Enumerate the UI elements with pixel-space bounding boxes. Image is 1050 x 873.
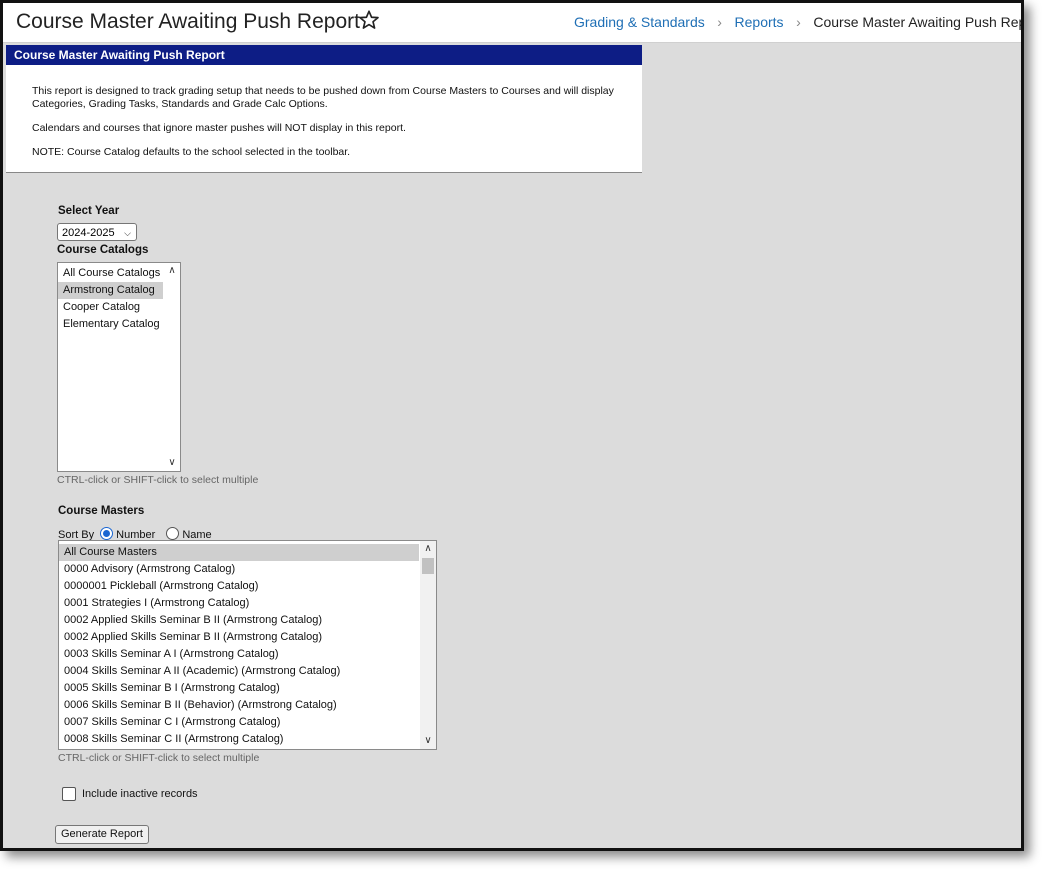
course-masters-listbox[interactable]: All Course Masters 0000 Advisory (Armstr… bbox=[58, 540, 437, 750]
course-master-option[interactable]: 0006 Skills Seminar B II (Behavior) (Arm… bbox=[59, 697, 419, 714]
course-master-option[interactable]: All Course Masters bbox=[59, 544, 419, 561]
course-master-option[interactable]: 0001 Strategies I (Armstrong Catalog) bbox=[59, 595, 419, 612]
catalogs-scrollbar[interactable]: ∧ ∨ bbox=[164, 263, 180, 471]
masters-scrollbar[interactable]: ∧ ∨ bbox=[420, 541, 436, 749]
sort-number-radio[interactable] bbox=[100, 527, 114, 540]
description-paragraph: Calendars and courses that ignore master… bbox=[32, 122, 406, 134]
breadcrumb: Grading & Standards › Reports › Course M… bbox=[574, 14, 1024, 30]
scroll-up-icon[interactable]: ∧ bbox=[420, 541, 436, 557]
breadcrumb-reports[interactable]: Reports bbox=[735, 14, 784, 30]
year-select-value: 2024-2025 bbox=[62, 227, 115, 239]
chevron-right-icon: › bbox=[796, 14, 801, 30]
report-description-panel: Course Master Awaiting Push Report This … bbox=[6, 45, 642, 173]
course-master-option[interactable]: 0004 Skills Seminar A II (Academic) (Arm… bbox=[59, 663, 419, 680]
select-year-label: Select Year bbox=[58, 205, 120, 217]
catalog-option[interactable]: Armstrong Catalog bbox=[58, 282, 163, 299]
breadcrumb-current: Course Master Awaiting Push Report bbox=[813, 14, 1024, 30]
description-paragraph: This report is designed to track grading… bbox=[32, 85, 614, 110]
scroll-thumb[interactable] bbox=[422, 558, 434, 574]
catalog-option[interactable]: Cooper Catalog bbox=[58, 299, 163, 316]
scroll-up-icon[interactable]: ∧ bbox=[164, 263, 180, 279]
app-window: Course Master Awaiting Push Report Gradi… bbox=[0, 0, 1024, 851]
year-select[interactable]: 2024-2025 ⌵ bbox=[57, 223, 137, 241]
panel-header: Course Master Awaiting Push Report bbox=[6, 45, 642, 65]
scroll-down-icon[interactable]: ∨ bbox=[164, 455, 180, 471]
generate-report-button[interactable]: Generate Report bbox=[55, 825, 149, 844]
course-master-option[interactable]: 0002 Applied Skills Seminar B II (Armstr… bbox=[59, 612, 419, 629]
catalog-option[interactable]: All Course Catalogs bbox=[58, 265, 163, 282]
panel-description: This report is designed to track grading… bbox=[6, 65, 642, 159]
top-bar: Course Master Awaiting Push Report Gradi… bbox=[3, 3, 1021, 43]
course-catalogs-label: Course Catalogs bbox=[57, 244, 149, 256]
course-master-option[interactable]: 0007 Skills Seminar C I (Armstrong Catal… bbox=[59, 714, 419, 731]
breadcrumb-grading-standards[interactable]: Grading & Standards bbox=[574, 14, 705, 30]
include-inactive-label[interactable]: Include inactive records bbox=[82, 788, 198, 800]
course-master-option[interactable]: 0003 Skills Seminar A I (Armstrong Catal… bbox=[59, 646, 419, 663]
sort-by-group: Sort By Number Name bbox=[58, 527, 212, 541]
catalogs-hint: CTRL-click or SHIFT-click to select mult… bbox=[57, 474, 259, 486]
page-title: Course Master Awaiting Push Report bbox=[16, 10, 360, 33]
masters-hint: CTRL-click or SHIFT-click to select mult… bbox=[58, 752, 260, 764]
star-icon[interactable] bbox=[358, 9, 380, 31]
chevron-right-icon: › bbox=[717, 14, 722, 30]
catalog-option[interactable]: Elementary Catalog bbox=[58, 316, 163, 333]
chevron-down-icon: ⌵ bbox=[124, 228, 131, 238]
course-master-option[interactable]: 0000001 Pickleball (Armstrong Catalog) bbox=[59, 578, 419, 595]
sort-name-radio[interactable] bbox=[166, 527, 180, 540]
course-masters-label: Course Masters bbox=[58, 505, 145, 517]
course-master-option[interactable]: 0000 Advisory (Armstrong Catalog) bbox=[59, 561, 419, 578]
course-master-option[interactable]: 0005 Skills Seminar B I (Armstrong Catal… bbox=[59, 680, 419, 697]
description-paragraph: NOTE: Course Catalog defaults to the sch… bbox=[32, 146, 351, 158]
scroll-down-icon[interactable]: ∨ bbox=[420, 733, 436, 749]
course-master-option[interactable]: 0002 Applied Skills Seminar B II (Armstr… bbox=[59, 629, 419, 646]
include-inactive-checkbox[interactable] bbox=[62, 787, 76, 801]
course-master-option[interactable]: 0008 Skills Seminar C II (Armstrong Cata… bbox=[59, 731, 419, 748]
course-catalogs-listbox[interactable]: All Course Catalogs Armstrong Catalog Co… bbox=[57, 262, 181, 472]
